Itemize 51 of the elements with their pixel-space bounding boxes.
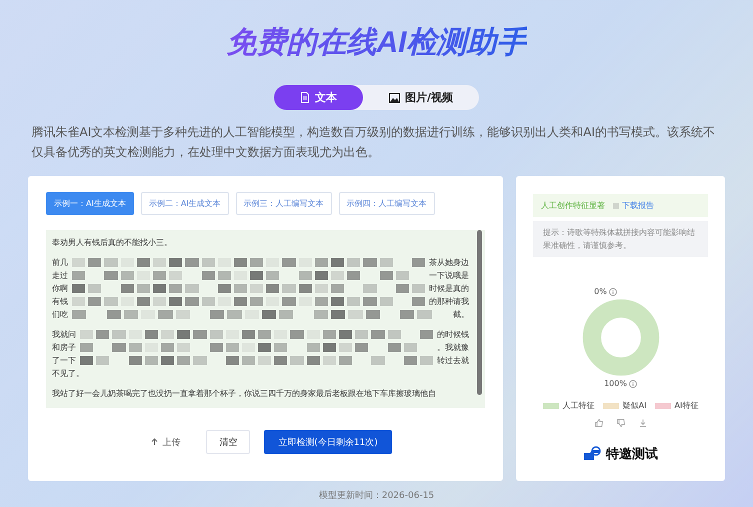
description-text: 腾讯朱雀AI文本检测基于多种先进的人工智能模型，构造数百万级别的数据进行训练，能够识别出人类和AI的书写模式。该系统不仅具备优秀的英文检测能力，在处理中文数据方面表现尤为出色。 xyxy=(32,124,716,161)
example-button[interactable]: 示例一：AI生成文本 xyxy=(46,192,134,215)
thumbs-down-icon[interactable] xyxy=(616,419,624,427)
text-line: 一下说哦是 xyxy=(429,270,469,282)
document-icon xyxy=(300,92,310,103)
text-line: 。我就豫 xyxy=(437,342,469,354)
text-input-area[interactable]: 奉劝男人有钱后真的不能找小三。 前几 茶从她身边 走过 一下说哦是 你啊 时候是真的 有钱 的那种请我 们吃 截。 我就问 的时候钱 和房子 。我就豫 了一下 转过去就 不见了。 我站了好一会儿奶茶喝完了也没扔一直拿着那个杯子，你说三四千万的身家最后老板跟在地下车库擦玻璃他自 xyxy=(46,230,485,408)
update-time-text: 模型更新时间：2026-06-15 xyxy=(318,490,434,502)
example-button[interactable]: 示例二：AI生成文本 xyxy=(140,192,229,215)
text-line: 转过去就 xyxy=(437,355,469,367)
info-icon xyxy=(628,380,637,388)
download-icon[interactable] xyxy=(638,419,646,427)
percent-label: 100% xyxy=(604,379,627,388)
legend-label: AI特征 xyxy=(674,400,698,411)
hint-text: 提示：诗歌等特殊体裁拼接内容可能影响结果准确性，请谨慎参考。 xyxy=(533,221,708,257)
list-icon xyxy=(613,202,619,208)
text-line: 的那种请我 xyxy=(429,296,469,308)
text-line: 走过 xyxy=(52,270,68,282)
text-line: 截。 xyxy=(453,309,469,321)
text-line: 我站了好一会儿奶茶喝完了也没扔一直拿着那个杯子，你说三四千万的身家最后老板跟在地下车库擦玻璃他自 xyxy=(52,388,436,400)
text-line: 和房子 xyxy=(52,342,76,354)
text-line: 了一下 xyxy=(52,355,76,367)
verdict-text: 人工创作特征显著 xyxy=(541,200,605,211)
text-line: 奉劝男人有钱后真的不能找小三。 xyxy=(52,237,172,249)
text-line: 有钱 xyxy=(52,296,68,308)
legend-label: 人工特征 xyxy=(562,400,595,411)
text-line: 们吃 xyxy=(52,309,68,321)
info-icon xyxy=(608,288,617,296)
upload-icon xyxy=(151,438,158,446)
example-button[interactable]: 示例四：人工编写文本 xyxy=(338,192,435,215)
text-line: 你啊 xyxy=(52,283,68,295)
clear-button[interactable]: 清空 xyxy=(206,430,250,454)
pointing-hand-icon xyxy=(583,446,603,462)
example-button[interactable]: 示例三：人工编写文本 xyxy=(236,192,332,215)
text-line: 茶从她身边 xyxy=(429,257,469,269)
upload-button[interactable]: 上传 xyxy=(139,430,192,454)
image-icon xyxy=(388,92,400,102)
invite-test-label: 特邀测试 xyxy=(606,446,658,463)
download-link[interactable]: 下载报告 xyxy=(613,200,654,211)
mode-tab[interactable]: 文本 xyxy=(274,85,363,110)
mode-tab[interactable]: 图片/视频 xyxy=(362,85,480,110)
text-line: 不见了。 xyxy=(52,368,84,380)
legend-label: 疑似AI xyxy=(622,400,646,411)
percent-label: 0% xyxy=(594,287,607,296)
text-line: 时候是真的 xyxy=(429,283,469,295)
text-line: 的时候钱 xyxy=(437,329,469,341)
scrollbar[interactable] xyxy=(477,230,482,395)
thumbs-up-icon[interactable] xyxy=(594,419,602,427)
text-line: 我就问 xyxy=(52,329,76,341)
text-line: 前几 xyxy=(52,257,68,269)
detect-button[interactable]: 立即检测(今日剩余11次) xyxy=(264,430,392,454)
